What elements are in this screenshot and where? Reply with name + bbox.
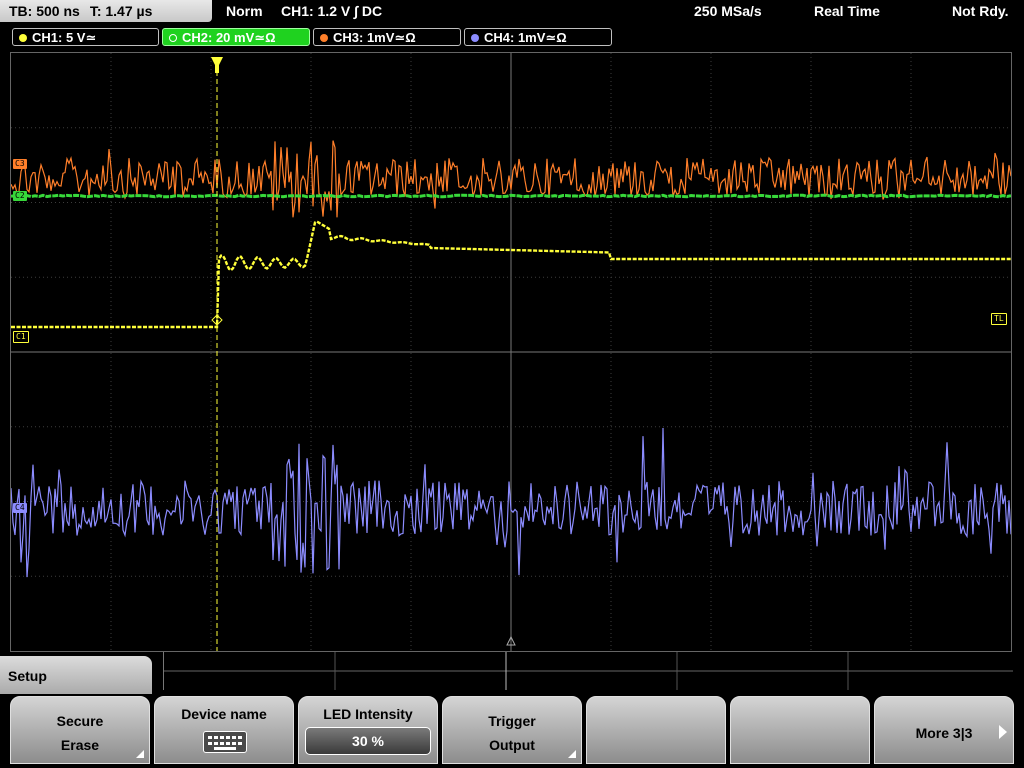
- empty-softkey-6[interactable]: [730, 696, 870, 764]
- ch1-color-dot: [19, 34, 27, 42]
- submenu-corner-icon: [568, 750, 576, 758]
- led-intensity-button[interactable]: LED Intensity 30 %: [298, 696, 438, 764]
- ch2-color-dot: [169, 34, 177, 42]
- trigger-output-line2: Output: [489, 737, 535, 753]
- softkey-bar: Secure Erase Device name LED Intensity 3…: [0, 694, 1024, 768]
- status-bar: TB: 500 ns T: 1.47 µs Norm CH1: 1.2 V ∫ D…: [0, 0, 1024, 24]
- empty-softkey-5[interactable]: [586, 696, 726, 764]
- graticule: [11, 53, 1011, 651]
- trigger-position-icon[interactable]: [211, 57, 223, 73]
- ch2-trace: [11, 193, 1011, 199]
- trigger-mode: Norm: [226, 3, 263, 19]
- keyboard-icon: [203, 731, 247, 753]
- secure-erase-line1: Secure: [56, 713, 104, 729]
- submenu-corner-icon: [136, 750, 144, 758]
- device-name-button[interactable]: Device name: [154, 696, 294, 764]
- channel-tab-ch4[interactable]: CH4: 1mV≃Ω: [464, 28, 612, 46]
- chevron-right-icon: [999, 725, 1007, 739]
- ch1-label: CH1: 5 V≃: [32, 30, 97, 45]
- acquisition-state: Not Rdy.: [952, 3, 1009, 19]
- menu-title: Setup: [8, 668, 47, 684]
- led-intensity-label: LED Intensity: [323, 706, 413, 722]
- trigger-time-readout: T: 1.47 µs: [89, 3, 153, 19]
- ch2-marker[interactable]: C2: [13, 191, 27, 201]
- channel-tab-ch3[interactable]: CH3: 1mV≃Ω: [313, 28, 461, 46]
- channel-tab-ch2[interactable]: CH2: 20 mV≃Ω: [162, 28, 310, 46]
- more-button[interactable]: More 3|3: [874, 696, 1014, 764]
- trigger-output-button[interactable]: Trigger Output: [442, 696, 582, 764]
- led-intensity-value: 30 %: [305, 727, 431, 755]
- secure-erase-button[interactable]: Secure Erase: [10, 696, 150, 764]
- ch3-color-dot: [320, 34, 328, 42]
- timebase-readout: TB: 500 ns: [9, 3, 80, 19]
- timebase-box[interactable]: TB: 500 ns T: 1.47 µs: [0, 0, 212, 22]
- trigger-level-marker[interactable]: TL: [991, 313, 1007, 325]
- trigger-output-line1: Trigger: [488, 713, 536, 729]
- ch2-label: CH2: 20 mV≃Ω: [182, 30, 276, 45]
- ch4-color-dot: [471, 34, 479, 42]
- waveform-display[interactable]: C3 C2 C1 C4 TL: [10, 52, 1012, 652]
- sample-rate: 250 MSa/s: [694, 3, 762, 19]
- acquisition-mode: Real Time: [814, 3, 880, 19]
- device-name-label: Device name: [181, 706, 267, 722]
- zoom-overview-strip[interactable]: [163, 652, 1013, 690]
- secure-erase-line2: Erase: [60, 737, 100, 753]
- more-label: More 3|3: [915, 725, 973, 741]
- trigger-source: CH1: 1.2 V ∫ DC: [281, 3, 383, 19]
- ch3-marker[interactable]: C3: [13, 159, 27, 169]
- waveform-plot: [11, 53, 1011, 651]
- channel-tab-ch1[interactable]: CH1: 5 V≃: [12, 28, 159, 46]
- ch4-label: CH4: 1mV≃Ω: [484, 30, 567, 45]
- ch3-label: CH3: 1mV≃Ω: [333, 30, 416, 45]
- ch4-marker[interactable]: C4: [13, 503, 27, 513]
- menu-title-tab: Setup: [0, 656, 152, 696]
- ch1-marker[interactable]: C1: [13, 331, 29, 343]
